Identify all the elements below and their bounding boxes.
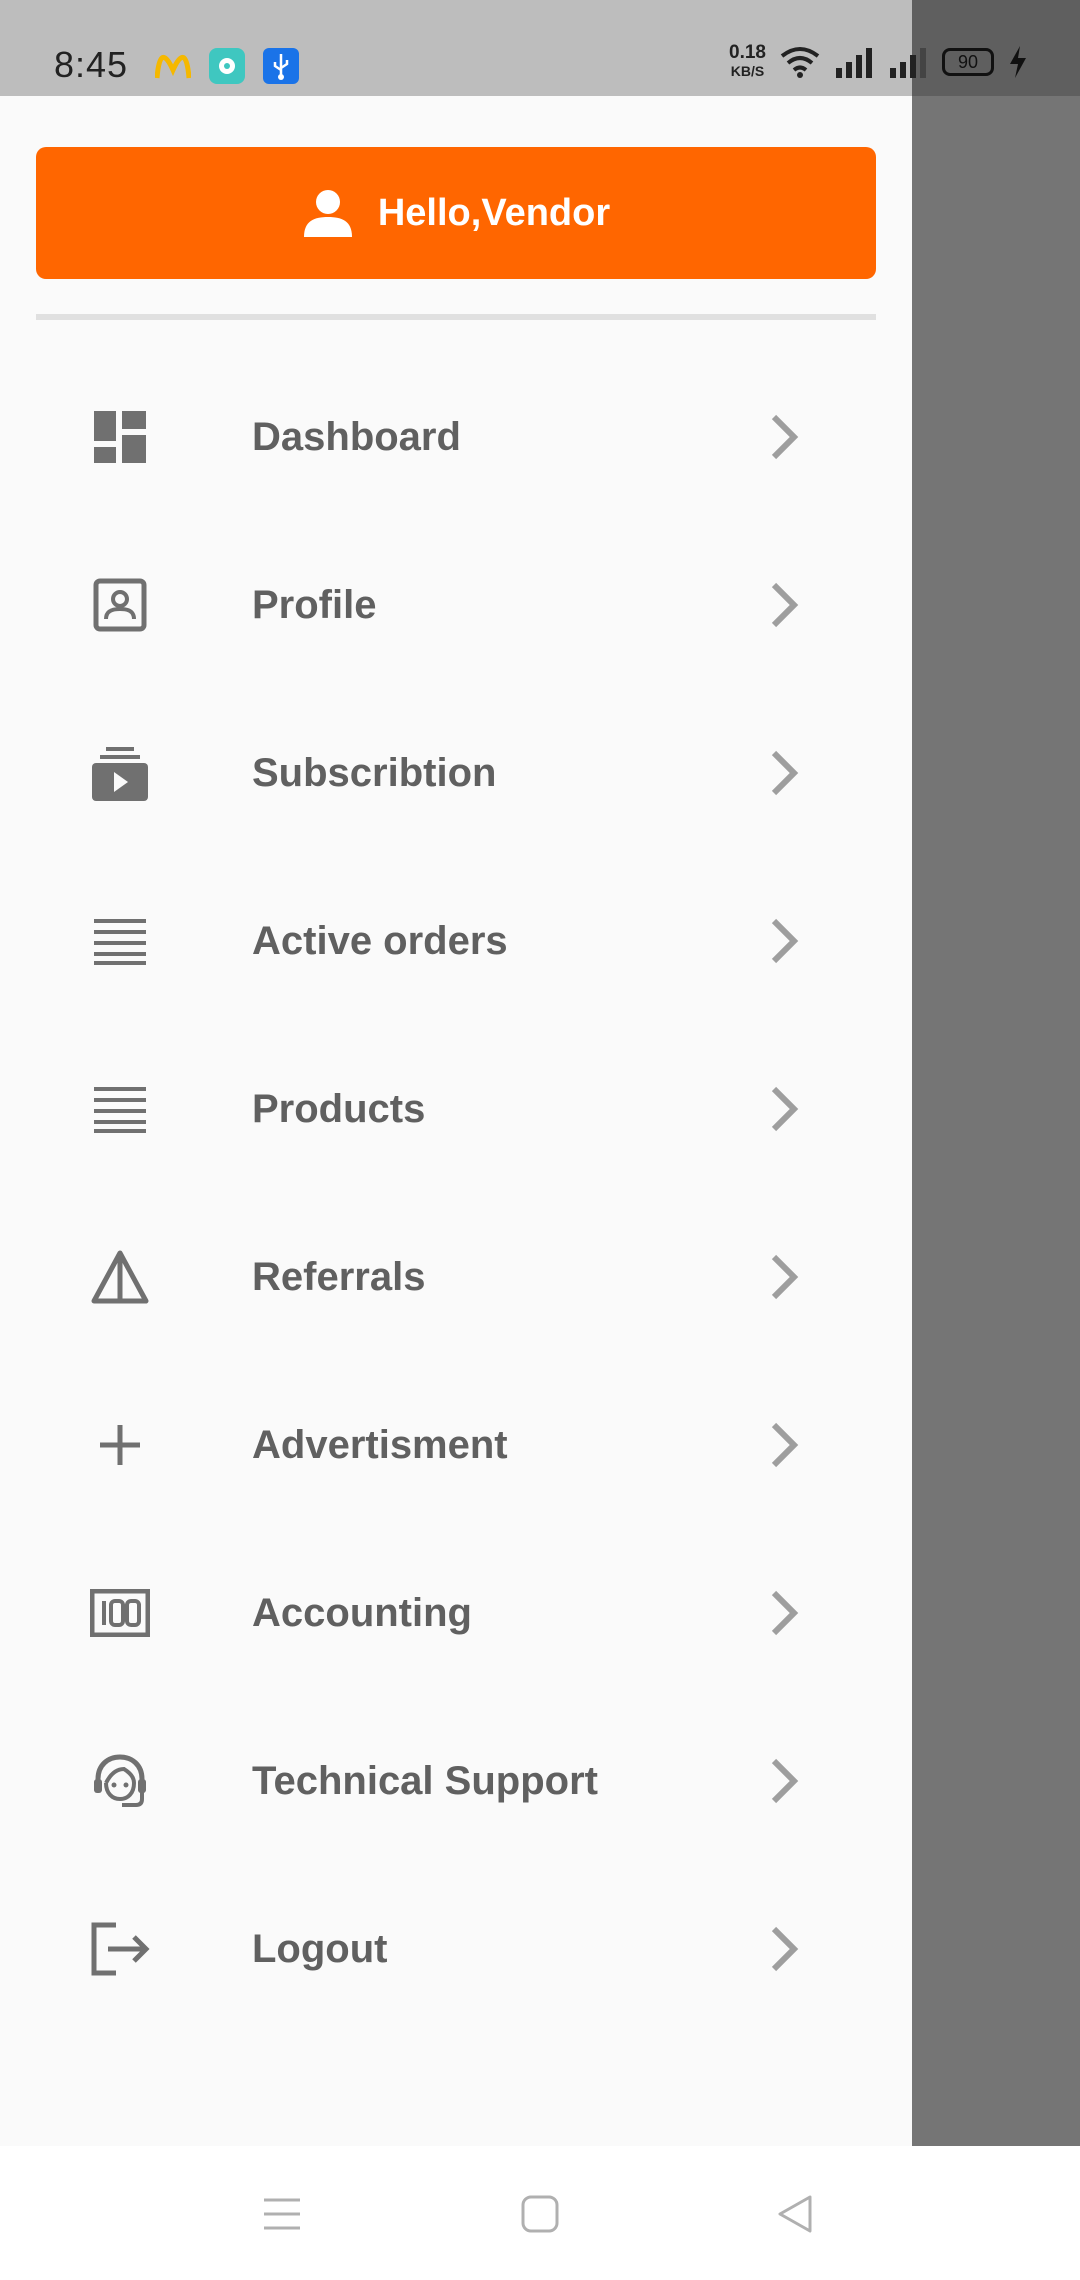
- system-nav-bar: [0, 2146, 1080, 2280]
- menu-item-label: Logout: [252, 1926, 388, 1971]
- menu-item-accounting[interactable]: Accounting: [0, 1529, 912, 1697]
- menu-item-label: Dashboard: [252, 414, 461, 459]
- menu-item-label: Subscribtion: [252, 750, 497, 795]
- mcdonalds-app-icon: [155, 55, 191, 79]
- chevron-right-icon: [764, 1417, 804, 1473]
- menu-item-advertisment[interactable]: Advertisment: [0, 1361, 912, 1529]
- drawer-menu: Dashboard Profile Subscribtion Active or…: [0, 353, 912, 2033]
- chevron-right-icon: [764, 913, 804, 969]
- list-icon: [88, 909, 152, 973]
- charging-icon: [1010, 46, 1026, 78]
- home-icon[interactable]: [516, 2190, 564, 2238]
- dashboard-icon: [88, 405, 152, 469]
- menu-item-label: Advertisment: [252, 1422, 508, 1467]
- plus-icon: [88, 1413, 152, 1477]
- menu-item-label: Profile: [252, 582, 377, 627]
- signal-icon-2: [890, 48, 926, 78]
- menu-item-dashboard[interactable]: Dashboard: [0, 353, 912, 521]
- status-time: 8:45: [54, 44, 129, 85]
- status-bar: 8:45 0.18 KB/S 90: [0, 0, 1080, 96]
- network-speed-unit: KB/S: [730, 63, 765, 79]
- chevron-right-icon: [764, 1753, 804, 1809]
- menu-item-label: Active orders: [252, 918, 508, 963]
- chevron-right-icon: [764, 409, 804, 465]
- drawer-divider: [36, 314, 876, 320]
- chevron-right-icon: [764, 1921, 804, 1977]
- navigation-drawer: Hello,Vendor Dashboard Profile Subscribt…: [0, 96, 912, 2146]
- menu-item-label: Referrals: [252, 1254, 426, 1299]
- subscription-icon: [88, 741, 152, 805]
- person-icon: [303, 190, 352, 237]
- greeting-text: Hello,Vendor: [377, 191, 611, 234]
- logout-icon: [88, 1917, 152, 1981]
- counter-icon: [88, 1581, 152, 1645]
- signal-icon: [836, 48, 872, 78]
- menu-item-label: Products: [252, 1086, 426, 1131]
- list-icon: [88, 1077, 152, 1141]
- battery-level: 90: [957, 52, 979, 72]
- battery-icon: 90: [942, 48, 994, 76]
- chevron-right-icon: [764, 745, 804, 801]
- menu-item-technical-support[interactable]: Technical Support: [0, 1697, 912, 1865]
- menu-item-referrals[interactable]: Referrals: [0, 1193, 912, 1361]
- camera-app-icon: [209, 48, 245, 84]
- menu-icon[interactable]: [258, 2190, 306, 2238]
- status-right-icons: 0.18 KB/S 90: [729, 42, 1028, 80]
- chevron-right-icon: [764, 1249, 804, 1305]
- support-agent-icon: [88, 1749, 152, 1813]
- menu-item-profile[interactable]: Profile: [0, 521, 912, 689]
- menu-item-label: Accounting: [252, 1590, 472, 1635]
- network-speed-value: 0.18: [729, 42, 766, 63]
- user-greeting-button[interactable]: Hello,Vendor: [36, 147, 876, 279]
- usb-icon: [263, 48, 299, 84]
- back-icon[interactable]: [772, 2190, 820, 2238]
- triangle-icon: [88, 1245, 152, 1309]
- menu-item-active-orders[interactable]: Active orders: [0, 857, 912, 1025]
- chevron-right-icon: [764, 1585, 804, 1641]
- menu-item-label: Technical Support: [252, 1758, 598, 1803]
- menu-item-products[interactable]: Products: [0, 1025, 912, 1193]
- network-speed: 0.18 KB/S: [729, 42, 766, 80]
- chevron-right-icon: [764, 577, 804, 633]
- profile-icon: [88, 573, 152, 637]
- wifi-icon: [780, 47, 820, 78]
- notification-icons: [155, 48, 299, 84]
- drawer-scrim[interactable]: [912, 96, 1080, 2146]
- menu-item-subscription[interactable]: Subscribtion: [0, 689, 912, 857]
- menu-item-logout[interactable]: Logout: [0, 1865, 912, 2033]
- chevron-right-icon: [764, 1081, 804, 1137]
